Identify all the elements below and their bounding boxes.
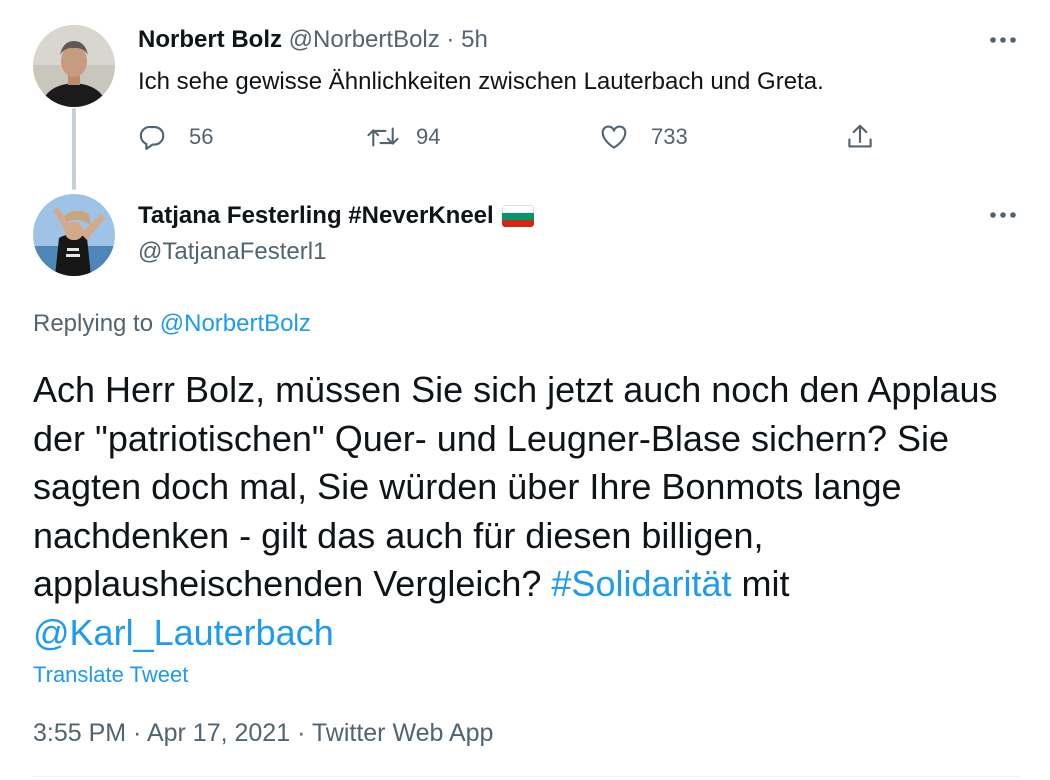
more-icon[interactable]	[986, 28, 1020, 52]
like-button[interactable]: 733	[599, 119, 688, 155]
replying-handle-link[interactable]: @NorbertBolz	[160, 310, 311, 337]
flag-stripe-white	[501, 205, 534, 213]
more-icon[interactable]	[986, 203, 1020, 227]
flag-stripe-red	[501, 220, 534, 227]
like-count: 733	[651, 124, 688, 149]
tweet2-text-part1: Ach Herr Bolz, müssen Sie sich jetzt auc…	[33, 369, 998, 604]
avatar-norbert-bolz[interactable]	[33, 25, 115, 107]
bulgaria-flag-icon	[501, 205, 534, 227]
tweet2-time[interactable]: 3:55 PM	[33, 719, 126, 747]
flag-stripe-green	[501, 213, 534, 220]
reply-button[interactable]: 56	[137, 119, 213, 155]
reply-icon	[139, 125, 165, 150]
tweet1-handle[interactable]: @NorbertBolz	[289, 26, 440, 53]
retweet-count: 94	[416, 124, 441, 149]
heart-icon	[601, 125, 627, 149]
meta-separator: ·	[126, 719, 147, 747]
tweet1-text: Ich sehe gewisse Ähnlichkeiten zwischen …	[138, 68, 824, 95]
mention-link[interactable]: @Karl_Lauterbach	[33, 612, 334, 653]
share-icon	[848, 124, 872, 148]
tweet2-date[interactable]: Apr 17, 2021	[147, 719, 290, 747]
tweet1-separator: ·	[446, 26, 455, 53]
share-button[interactable]	[845, 119, 897, 155]
reply-count: 56	[189, 124, 214, 149]
tweet2-header: Tatjana Festerling #NeverKneel	[138, 200, 534, 232]
tweet2-source[interactable]: Twitter Web App	[312, 719, 494, 747]
hashtag-link[interactable]: #Solidarität	[551, 563, 731, 604]
translate-tweet-link[interactable]: Translate Tweet	[33, 660, 188, 690]
tweet2-handle[interactable]: @TatjanaFesterl1	[138, 236, 326, 268]
tweet1-display-name[interactable]: Norbert Bolz	[138, 26, 282, 53]
tweet1-header: Norbert Bolz @NorbertBolz · 5h	[138, 24, 488, 56]
divider	[33, 776, 1020, 777]
meta-separator: ·	[290, 719, 312, 747]
tweet2-text: Ach Herr Bolz, müssen Sie sich jetzt auc…	[33, 366, 1023, 657]
tweet2-display-name[interactable]: Tatjana Festerling #NeverKneel	[138, 200, 494, 232]
tweet2-meta: 3:55 PM · Apr 17, 2021 · Twitter Web App	[33, 716, 493, 750]
retweet-icon	[367, 127, 399, 147]
tweet2-text-part2: mit	[731, 563, 790, 604]
avatar-tatjana-festerling[interactable]	[33, 194, 115, 276]
retweet-button[interactable]: 94	[366, 119, 440, 155]
replying-prefix: Replying to	[33, 310, 160, 337]
thread-connector-line	[72, 108, 76, 190]
replying-to-line: Replying to @NorbertBolz	[33, 308, 311, 340]
tweet1-time[interactable]: 5h	[461, 26, 488, 53]
